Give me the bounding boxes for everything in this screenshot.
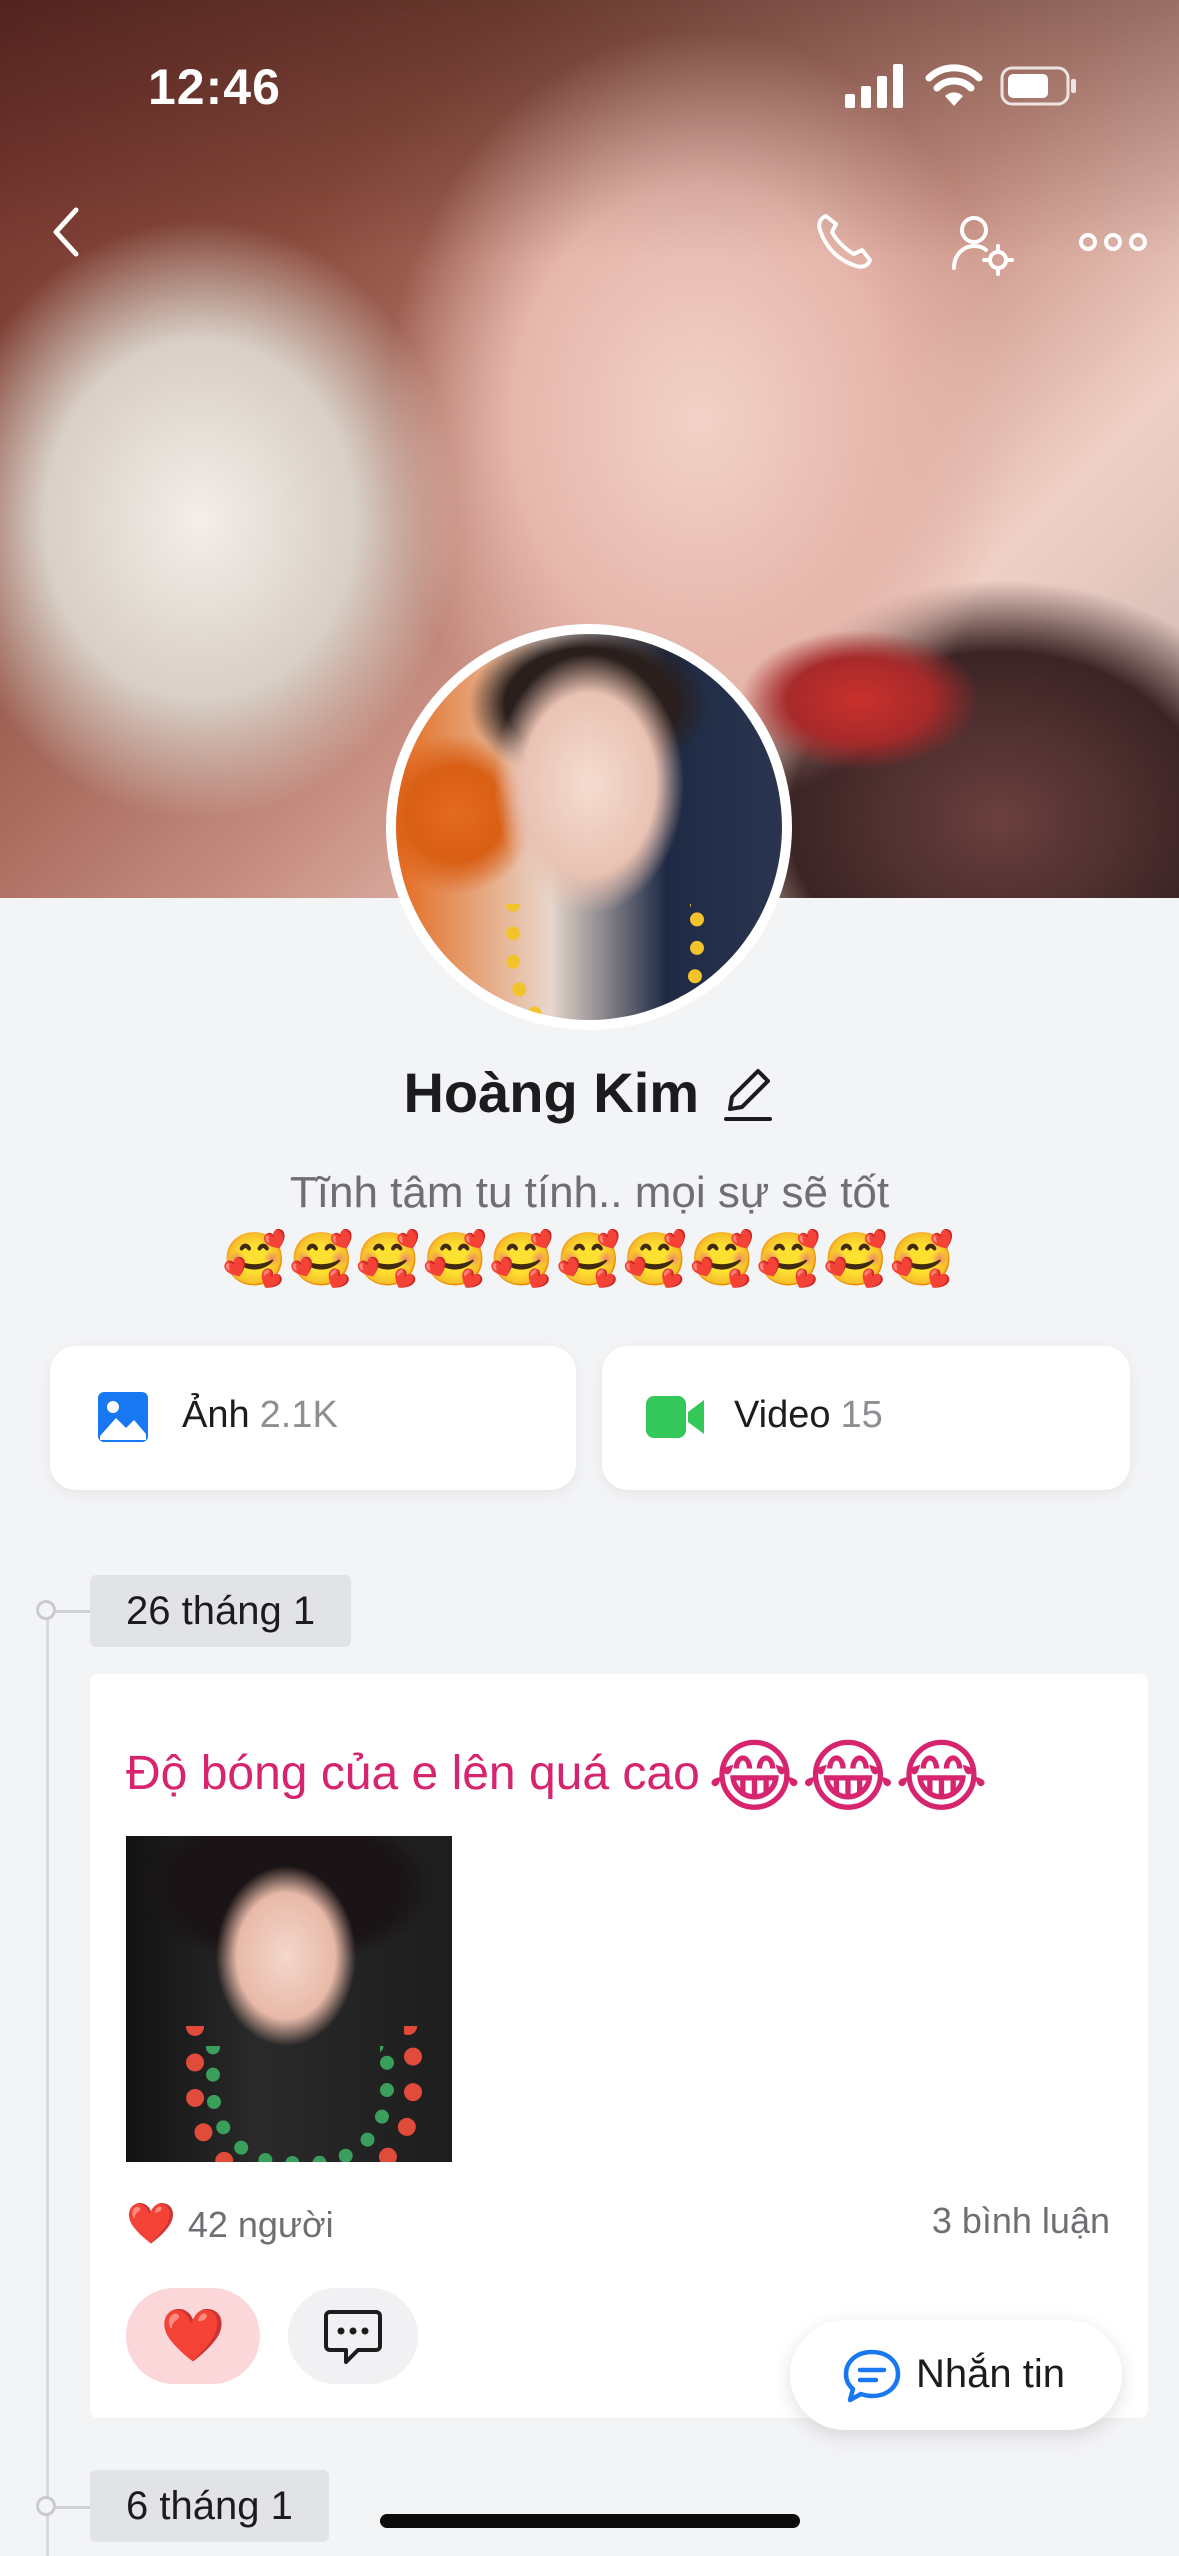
timeline-date: 6 tháng 1 [90, 2470, 329, 2542]
timeline-line [46, 1620, 49, 2556]
chat-bubble-icon [843, 2349, 901, 2403]
video-camera-icon [646, 1396, 704, 1438]
videos-label: Video [734, 1394, 831, 1436]
message-button-label: Nhắn tin [916, 2352, 1065, 2396]
post-likes[interactable]: ❤️ 42 người [126, 2200, 334, 2247]
signal-icon [845, 64, 903, 108]
home-indicator[interactable] [380, 2514, 800, 2528]
comment-bubble-icon [324, 2310, 382, 2364]
profile-settings-button[interactable] [950, 212, 1014, 276]
comment-button[interactable] [288, 2288, 418, 2384]
pencil-icon[interactable] [720, 1063, 776, 1123]
wifi-icon [925, 64, 983, 106]
post-photo[interactable] [126, 1836, 452, 2162]
photos-label: Ảnh [182, 1394, 250, 1436]
phone-icon [817, 214, 872, 269]
profile-bio: Tĩnh tâm tu tính.. mọi sự sẽ tốt [289, 1168, 890, 1217]
post-comments-count[interactable]: 3 bình luận [932, 2200, 1110, 2242]
post-caption-emojis: 😂😂😂 [707, 1732, 989, 1821]
videos-count: 15 [840, 1394, 883, 1436]
post-caption: Độ bóng của e lên quá cao [126, 1747, 700, 1801]
like-button[interactable]: ❤️ [126, 2288, 260, 2384]
timeline-dot [36, 2496, 56, 2516]
message-button[interactable]: Nhắn tin [790, 2320, 1122, 2430]
battery-icon [1000, 66, 1076, 106]
more-dots-icon [1079, 233, 1147, 251]
post-card[interactable]: Độ bóng của e lên quá cao 😂😂😂 ❤️ 42 người … [90, 1674, 1148, 2418]
photos-card-label: Ảnh 2.1K [182, 1394, 338, 1437]
videos-card-label: Video 15 [734, 1394, 883, 1437]
profile-bio-emojis: 🥰🥰🥰🥰🥰🥰🥰🥰🥰🥰🥰 [222, 1231, 957, 1289]
post-photo-necklace-inner [206, 2046, 394, 2162]
profile-name-row: Hoàng Kim [0, 1060, 1179, 1125]
videos-card[interactable]: Video 15 [602, 1346, 1130, 1490]
timeline-connector [56, 1610, 90, 1613]
avatar-necklace [506, 904, 704, 1020]
avatar-photo [396, 634, 782, 1020]
photos-card[interactable]: Ảnh 2.1K [50, 1346, 576, 1490]
status-bar: 12:46 [0, 0, 1179, 170]
user-settings-icon [952, 216, 1014, 276]
back-button[interactable] [46, 200, 86, 264]
timeline-connector [56, 2506, 90, 2509]
image-icon [98, 1392, 148, 1442]
status-time: 12:46 [148, 59, 281, 115]
timeline-dot [36, 1600, 56, 1620]
profile-avatar[interactable] [386, 624, 792, 1030]
heart-icon: ❤️ [126, 2202, 176, 2246]
photos-count: 2.1K [259, 1394, 338, 1436]
timeline-date: 26 tháng 1 [90, 1575, 352, 1647]
more-button[interactable] [1078, 222, 1148, 262]
profile-name: Hoàng Kim [403, 1061, 700, 1124]
post-likes-count: 42 người [187, 2204, 334, 2245]
call-button[interactable] [812, 210, 876, 274]
post-text: Độ bóng của e lên quá cao 😂😂😂 [126, 1730, 988, 1823]
back-chevron-icon [53, 207, 79, 257]
